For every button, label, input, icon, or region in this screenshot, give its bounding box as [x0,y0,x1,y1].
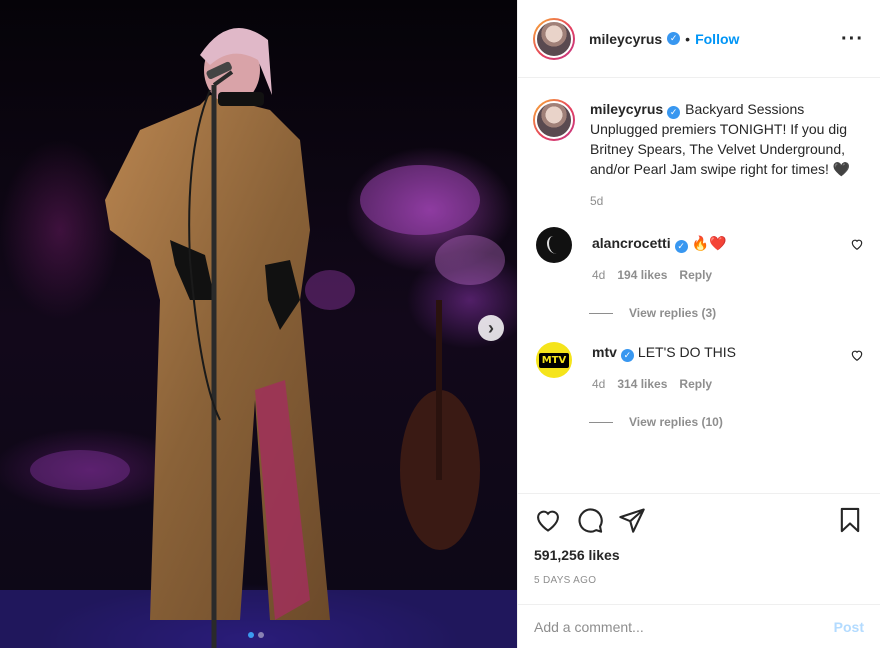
follow-button[interactable]: Follow [695,31,739,47]
avatar[interactable] [536,227,572,263]
comment-text: 🔥❤️ [691,235,727,251]
heart-icon[interactable] [534,506,562,534]
view-replies-button[interactable]: View replies (10) [589,415,864,429]
mtv-logo: MTV [538,352,570,368]
verified-badge-icon: ✓ [667,106,681,119]
more-horizontal-icon[interactable]: ··· [841,29,864,49]
view-replies-button[interactable]: View replies (3) [589,306,864,320]
comment-likes[interactable]: 194 likes [617,265,667,285]
post-header: mileycyrus ✓ • Follow ··· [518,0,880,78]
add-comment-bar: Post [518,604,880,648]
reply-button[interactable]: Reply [679,374,712,394]
heart-icon[interactable] [850,348,864,362]
post-actions: 591,256 likes 5 DAYS AGO [518,493,880,600]
comment-item: MTV mtv ✓ LET'S DO THIS 4d 314 likes Reply [533,342,864,394]
likes-count[interactable]: 591,256 likes [534,547,864,563]
comment-likes[interactable]: 314 likes [617,374,667,394]
caption-age[interactable]: 5d [590,191,603,211]
comment-text: LET'S DO THIS [637,344,737,360]
comment-age[interactable]: 4d [592,265,605,285]
post-button[interactable]: Post [834,619,864,635]
comments-list[interactable]: mileycyrus ✓ Backyard Sessions Unplugged p… [518,79,880,493]
post-media[interactable]: › [0,0,517,648]
post-date[interactable]: 5 DAYS AGO [534,575,864,586]
comment-item: alancrocetti ✓ 🔥❤️ 4d 194 likes Reply [533,227,864,285]
separator-dot: • [685,30,691,47]
action-bar [534,494,864,546]
caption-username[interactable]: mileycyrus [590,101,663,117]
carousel-indicator [248,632,264,638]
heart-icon[interactable] [850,237,864,251]
avatar[interactable] [533,99,575,141]
view-replies-label: View replies (3) [629,306,717,320]
view-replies-label: View replies (10) [629,415,723,429]
comment-username[interactable]: mtv [592,344,617,360]
comment-username[interactable]: alancrocetti [592,235,671,251]
bookmark-icon[interactable] [836,506,864,534]
comment-icon[interactable] [576,506,604,534]
verified-badge-icon: ✓ [667,32,681,45]
avatar[interactable]: MTV [536,342,572,378]
post-side-panel: mileycyrus ✓ • Follow ··· mileycyrus ✓ Bac… [517,0,880,648]
performer-photo [0,27,517,648]
carousel-dot-active [248,632,254,638]
reply-button[interactable]: Reply [679,265,712,285]
header-username[interactable]: mileycyrus [589,31,662,47]
comment-input[interactable] [534,618,834,635]
avatar[interactable] [533,17,575,60]
verified-badge-icon: ✓ [674,240,688,253]
next-slide-button[interactable]: › [478,315,504,341]
caption: mileycyrus ✓ Backyard Sessions Unplugged p… [533,99,864,211]
verified-badge-icon: ✓ [620,349,634,362]
share-icon[interactable] [618,506,646,534]
carousel-dot [258,632,264,638]
comment-age[interactable]: 4d [592,374,605,394]
